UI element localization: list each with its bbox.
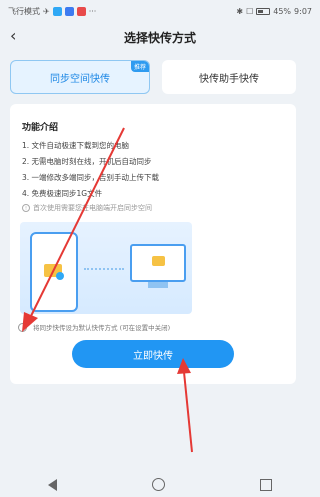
- phone-illustration: [30, 232, 78, 312]
- features-list: 1. 文件自动极速下载到您的电脑 2. 无需电脑时刻在线，开机后自动同步 3. …: [22, 138, 159, 202]
- feature-item: 1. 文件自动极速下载到您的电脑: [22, 141, 130, 150]
- clock: 9:07: [294, 6, 312, 16]
- feature-item: 2. 无需电脑时刻在线，开机后自动同步: [22, 157, 152, 166]
- features-note: ! 首次使用需要您在电脑端开启同步空间: [22, 203, 152, 213]
- silent-icon: ☐: [246, 6, 254, 16]
- tab-helper-label: 快传助手快传: [199, 73, 259, 85]
- features-note-text: 首次使用需要您在电脑端开启同步空间: [33, 204, 152, 212]
- start-transfer-button[interactable]: 立即快传: [72, 340, 234, 368]
- transfer-mode-tabs: 同步空间快传 推荐 快传助手快传: [10, 60, 296, 94]
- status-bar: 飞行模式 ✈ ··· ✱ ☐ 45% 9:07: [0, 0, 320, 22]
- nav-back-icon[interactable]: [47, 478, 57, 491]
- feature-item: 4. 免费极速同步1G文件: [22, 189, 103, 198]
- status-left: 飞行模式 ✈ ···: [8, 6, 96, 17]
- tab-transfer-helper[interactable]: 快传助手快传: [162, 60, 296, 94]
- app-icon: [76, 6, 86, 16]
- folder-icon: [152, 256, 165, 266]
- more-icon: ···: [88, 6, 97, 16]
- nav-home-icon[interactable]: [151, 478, 165, 491]
- app-icon: [64, 6, 74, 16]
- sync-icon: [56, 272, 64, 280]
- status-right: ✱ ☐ 45% 9:07: [236, 7, 312, 16]
- app-icon: [52, 6, 62, 16]
- bluetooth-icon: ✱: [236, 6, 244, 16]
- feature-card: 功能介绍 1. 文件自动极速下载到您的电脑 2. 无需电脑时刻在线，开机后自动同…: [10, 104, 296, 384]
- default-mode-option[interactable]: 将同步快传设为默认快传方式 (可在设置中关闭): [18, 322, 170, 332]
- monitor-stand: [148, 282, 168, 288]
- airplane-icon: ✈: [43, 6, 50, 16]
- recommended-badge: 推荐: [130, 61, 149, 72]
- battery-icon: [256, 7, 271, 15]
- back-button[interactable]: ‹: [10, 26, 16, 45]
- start-transfer-label: 立即快传: [133, 350, 173, 362]
- sync-illustration: [20, 222, 192, 314]
- tab-sync-space[interactable]: 同步空间快传 推荐: [10, 60, 150, 94]
- features-title: 功能介绍: [22, 123, 59, 133]
- header: ‹ 选择快传方式: [0, 22, 320, 52]
- default-mode-radio[interactable]: [18, 322, 27, 332]
- system-nav-bar: [0, 472, 320, 497]
- feature-item: 3. 一端修改多端同步，告别手动上传下载: [22, 173, 160, 182]
- battery-percent: 45%: [273, 6, 292, 16]
- page-title: 选择快传方式: [123, 30, 196, 45]
- tab-sync-label: 同步空间快传: [50, 73, 110, 85]
- default-mode-label: 将同步快传设为默认快传方式 (可在设置中关闭): [33, 324, 171, 332]
- computer-illustration: [130, 244, 186, 282]
- nav-recent-apps-icon[interactable]: [260, 478, 273, 491]
- info-icon: !: [22, 204, 30, 212]
- transfer-dots: [84, 268, 124, 272]
- airplane-mode-label: 飞行模式: [8, 6, 40, 16]
